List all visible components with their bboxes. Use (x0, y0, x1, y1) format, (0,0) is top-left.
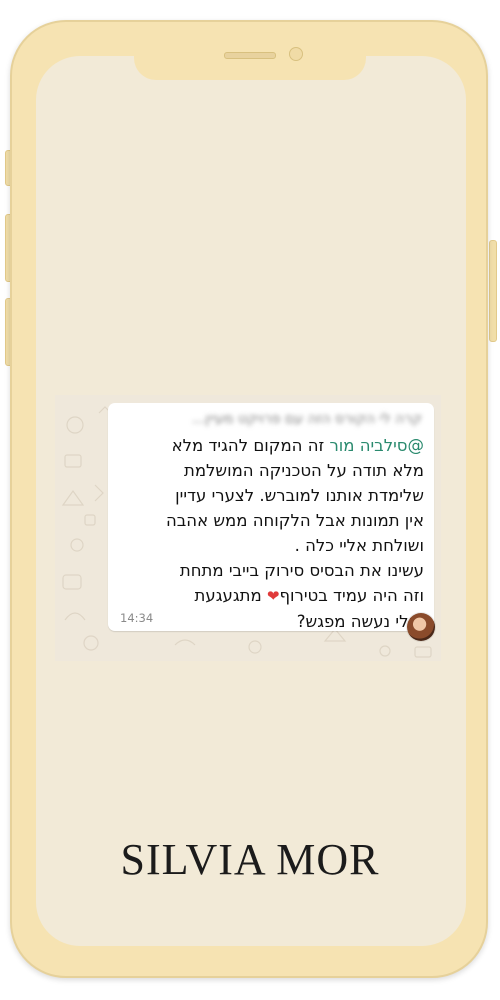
message-bubble[interactable]: קרה לי הקורס הזה עם פרויקט מעיין... @סיל… (108, 403, 434, 631)
quoted-message: קרה לי הקורס הזה עם פרויקט מעיין... (191, 411, 422, 427)
message-line: שלימדת אותנו למוברש. לצערי עדיין (175, 486, 424, 505)
message-timestamp: 14:34 (120, 611, 154, 625)
message-line: מתגעגעת (194, 586, 262, 605)
message-line: אין תמונות אבל הלקוחה ממש אהבה (165, 511, 424, 530)
avatar[interactable] (407, 613, 435, 641)
message-line: ושולחת אליי כלה . (294, 536, 424, 555)
message-line: מלא תודה על הטכניקה המושלמת (183, 461, 424, 480)
chat-screenshot: קרה לי הקורס הזה עם פרויקט מעיין... @סיל… (55, 395, 441, 661)
message-line: עשינו את הבסיס סירוק בייבי מתחת (179, 561, 424, 580)
speaker-icon (224, 52, 276, 59)
brand-name: SILVIA MOR (120, 835, 380, 884)
message-line: זה המקום להגיד מלא (171, 436, 325, 455)
heart-emoji-icon: ❤ (266, 587, 280, 605)
message-text: @סילביה מור זה המקום להגיד מלא מלא תודה … (118, 433, 424, 634)
side-button-power (489, 240, 497, 342)
message-line: וזה היה עמיד בטירוף (279, 586, 425, 605)
camera-icon (289, 47, 303, 61)
message-line: אולי נעשה מפגש? (296, 612, 424, 631)
mention-link[interactable]: @סילביה מור (329, 436, 424, 455)
